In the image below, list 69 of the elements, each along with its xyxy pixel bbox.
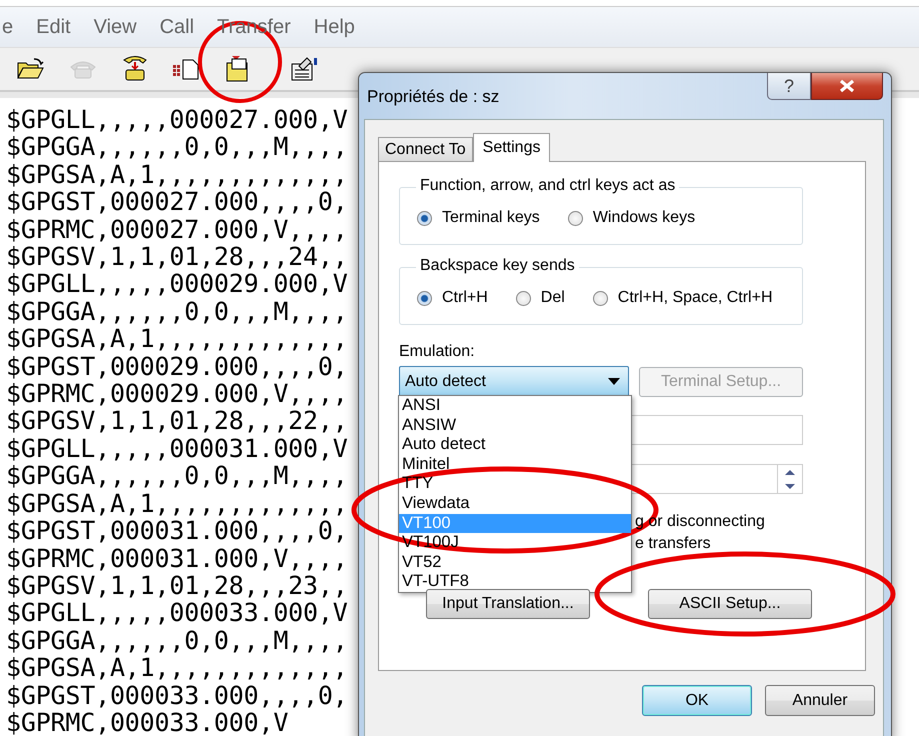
radio-label: Ctrl+H [442,289,488,307]
terminal-line: $GPGGA,,,,,,0,0,,,M,,,, [6,626,348,654]
down-arrow-icon [784,482,796,490]
terminal-line: $GPGSV,1,1,01,28,,,22,, [6,407,348,435]
tab[interactable]: Settings [472,133,550,162]
terminal-line: $GPGST,000029.000,,,,0, [6,352,348,380]
radio-button[interactable] [568,210,583,226]
menu-item[interactable]: Edit [36,16,71,38]
field-label: Emulation: [399,343,476,361]
radio-button[interactable] [516,290,531,306]
terminal-line: $GPGSA,A,1,,,,,,,,,,,,, [6,325,348,353]
terminal-line: $GPGST,000033.000,,,,0, [6,682,348,709]
terminal-line: $GPGST,000031.000,,,,0, [6,517,348,544]
dropdown-option[interactable]: Viewdata [399,494,631,514]
radio-option[interactable]: Ctrl+H [417,289,488,307]
properties-icon [290,56,320,82]
terminal-line: $GPGST,000027.000,,,,0, [6,188,348,216]
caret-icon [608,378,620,386]
dropdown-option[interactable]: ANSIW [399,416,631,436]
close-icon [838,79,856,93]
radio-label: Del [540,289,565,307]
help-button[interactable]: ? [767,73,811,100]
terminal-line: $GPGLL,,,,,000033.000,V [6,599,348,627]
terminal-line: $GPGSV,1,1,01,28,,,23,, [6,572,348,600]
radio-label: Terminal keys [442,209,540,227]
checkbox-label: e transfers [635,534,711,554]
up-arrow-icon [784,468,796,476]
emulation-dropdown[interactable]: Auto detect [399,366,629,397]
terminal-line: $GPGGA,,,,,,0,0,,,M,,,, [6,298,348,326]
dialog-title: Propriétés de : sz [367,87,500,107]
close-button[interactable] [811,73,883,100]
radio-button[interactable] [592,290,608,306]
tab[interactable]: Connect To [378,137,473,161]
radio-option[interactable]: Windows keys [568,209,696,227]
dialog-button[interactable]: Annuler [765,685,875,716]
terminal-line: $GPRMC,000029.000,V,,,, [6,380,348,408]
terminal-line: $GPGLL,,,,,000031.000,V [6,434,348,462]
dropdown-option[interactable]: Auto detect [399,435,631,455]
group-title: Backspace key sends [416,257,579,275]
dropdown-option[interactable]: ANSI [399,396,631,416]
terminal-line: $GPGSA,A,1,,,,,,,,,,,,, [6,490,348,518]
radio-option[interactable]: Terminal keys [417,209,540,227]
radio-button[interactable] [417,290,432,306]
menu-item[interactable]: View [94,16,137,38]
terminal-line: $GPGGA,,,,,,0,0,,,M,,,, [6,462,348,490]
dropdown-option[interactable]: VT-UTF8 [399,572,631,592]
radio-label: Windows keys [592,209,696,227]
terminal-line: $GPRMC,000027.000,V,,,, [6,216,348,244]
terminal-line: $GPGSV,1,1,01,28,,,24,, [6,243,348,270]
terminal-line: $GPRMC,000033.000,V [6,708,288,736]
menu-item[interactable]: Call [160,16,194,38]
menu-item[interactable]: e [2,16,14,38]
terminal-line: $GPRMC,000031.000,V,,,, [6,544,348,572]
radio-option[interactable]: Del [516,289,565,307]
terminal-line: $GPGGA,,,,,,0,0,,,M,,,, [6,133,348,161]
dialog-button[interactable]: Input Translation... [426,589,590,619]
dialog-button[interactable]: ASCII Setup... [648,589,812,619]
terminal-line: $GPGSA,A,1,,,,,,,,,,,,, [6,160,348,188]
dropdown-option[interactable]: Minitel [399,454,631,474]
radio-button[interactable] [417,210,432,226]
terminal-line: $GPGLL,,,,,000027.000,V [6,106,348,134]
terminal-line: $GPGLL,,,,,000029.000,V [6,270,348,298]
group-title: Function, arrow, and ctrl keys act as [416,177,680,195]
dialog-button[interactable]: OK [642,685,752,716]
menu-item[interactable]: Help [314,16,355,38]
dropdown-option[interactable]: TTY [399,474,631,494]
terminal-line: $GPGSA,A,1,,,,,,,,,,,,, [6,654,348,682]
open-folder-icon [16,57,46,81]
dropdown-option[interactable]: VT52 [399,552,631,572]
